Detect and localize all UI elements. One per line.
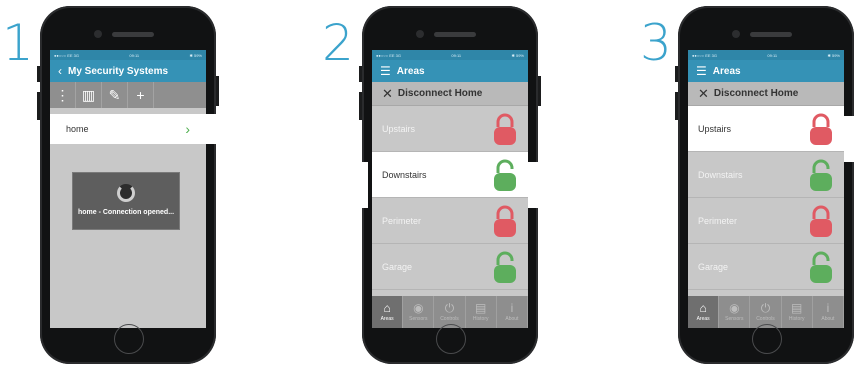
disconnect-button[interactable]: ✕ Disconnect Home — [688, 82, 844, 106]
status-bar: ●●○○○ EE 3G 09:11 ✱ 59% — [372, 50, 528, 60]
screen-areas: ●●○○○ EE 3G 09:11 ✱ 59% ☰ Areas ✕ Discon… — [372, 50, 528, 328]
padlock-locked-icon[interactable] — [492, 204, 518, 238]
info-icon: i — [510, 301, 514, 315]
padlock-unlocked-icon[interactable] — [492, 158, 518, 192]
phone-3: ●●○○○ EE 3G 09:11 ✱ 59% ☰ Areas ✕ Discon… — [675, 6, 854, 364]
area-row-downstairs[interactable]: Downstairs — [372, 152, 528, 198]
disconnect-label: Disconnect Home — [713, 88, 799, 99]
disconnect-button[interactable]: ✕ Disconnect Home — [372, 82, 528, 106]
tab-history[interactable]: ▤ History — [466, 296, 497, 328]
area-label: Garage — [382, 261, 413, 272]
home-button[interactable] — [114, 324, 144, 354]
title-bar: ☰ Areas — [688, 60, 844, 82]
menu-icon[interactable]: ☰ — [696, 64, 707, 78]
sensor-icon: ◉ — [729, 301, 740, 315]
spinner-icon — [117, 184, 135, 203]
padlock-locked-icon[interactable] — [808, 204, 834, 238]
area-label: Downstairs — [382, 169, 427, 180]
tab-areas[interactable]: ⌂ Areas — [372, 296, 404, 328]
disconnect-label: Disconnect Home — [397, 88, 483, 99]
step-number-3: 3 — [640, 14, 672, 72]
padlock-unlocked-icon[interactable] — [808, 158, 834, 192]
page-title: Areas — [712, 65, 741, 77]
screen-areas: ●●○○○ EE 3G 09:11 ✱ 59% ☰ Areas ✕ Discon… — [688, 50, 844, 328]
step-number-2: 2 — [322, 14, 354, 72]
speaker-grille — [112, 32, 154, 37]
speaker-grille — [434, 32, 476, 37]
menu-icon[interactable]: ☰ — [380, 64, 391, 78]
area-label: Upstairs — [698, 123, 732, 134]
title-bar: ☰ Areas — [372, 60, 528, 82]
area-label: Upstairs — [382, 123, 416, 134]
padlock-locked-icon[interactable] — [492, 112, 518, 146]
trash-icon[interactable]: ▥ — [76, 82, 102, 108]
close-icon: ✕ — [382, 85, 393, 101]
tab-about[interactable]: i About — [497, 296, 528, 328]
home-icon: ⌂ — [383, 301, 391, 315]
power-icon: ⏻ — [760, 301, 771, 315]
area-row-upstairs[interactable]: Upstairs — [688, 106, 844, 152]
phone-1: ●●○○○ EE 3G 09:11 ✱ 59% ‹ My Security Sy… — [37, 6, 226, 364]
area-row-perimeter[interactable]: Perimeter — [372, 198, 528, 244]
info-icon: i — [826, 301, 830, 315]
home-button[interactable] — [752, 324, 782, 354]
edit-icon[interactable]: ✎ — [102, 82, 128, 108]
area-row-perimeter[interactable]: Perimeter — [688, 198, 844, 244]
padlock-locked-icon[interactable] — [808, 112, 834, 146]
power-icon: ⏻ — [444, 301, 455, 315]
camera-icon — [94, 30, 102, 38]
area-row-upstairs[interactable]: Upstairs — [372, 106, 528, 152]
system-item-label: home — [66, 124, 89, 134]
step-number-1: 1 — [2, 14, 34, 72]
chevron-left-icon[interactable]: ‹ — [58, 64, 62, 78]
area-label: Perimeter — [698, 215, 738, 226]
status-bar: ●●○○○ EE 3G 09:11 ✱ 59% — [50, 50, 206, 60]
tutorial-stage: 1 2 3 ●●○○○ EE 3G 09:11 ✱ 59% ‹ My Secur… — [0, 0, 854, 366]
tab-sensors[interactable]: ◉ Sensors — [719, 296, 751, 328]
home-button[interactable] — [436, 324, 466, 354]
home-icon: ⌂ — [699, 301, 707, 315]
more-icon[interactable]: ⋮ — [50, 82, 76, 108]
area-label: Downstairs — [698, 169, 743, 180]
toolbar: ⋮ ▥ ✎ + — [50, 82, 206, 108]
speaker-grille — [750, 32, 792, 37]
phone-2: ●●○○○ EE 3G 09:11 ✱ 59% ☰ Areas ✕ Discon… — [358, 6, 541, 364]
area-row-downstairs[interactable]: Downstairs — [688, 152, 844, 198]
area-row-garage[interactable]: Garage — [372, 244, 528, 290]
tab-areas[interactable]: ⌂ Areas — [688, 296, 720, 328]
toast-message: home - Connection opened... — [77, 209, 175, 217]
page-title: My Security Systems — [68, 65, 169, 77]
area-label: Garage — [698, 261, 729, 272]
page-title: Areas — [396, 65, 425, 77]
sensor-icon: ◉ — [413, 301, 424, 315]
camera-icon — [416, 30, 424, 38]
system-item-home[interactable]: home › — [50, 114, 226, 144]
close-icon: ✕ — [698, 85, 709, 101]
history-icon: ▤ — [791, 301, 803, 315]
history-icon: ▤ — [475, 301, 487, 315]
tab-sensors[interactable]: ◉ Sensors — [403, 296, 435, 328]
tab-about[interactable]: i About — [813, 296, 844, 328]
connection-toast: home - Connection opened... — [72, 172, 180, 230]
tab-history[interactable]: ▤ History — [782, 296, 813, 328]
padlock-unlocked-icon[interactable] — [808, 250, 834, 284]
title-bar: ‹ My Security Systems — [50, 60, 206, 82]
chevron-right-icon: › — [185, 121, 190, 137]
status-bar: ●●○○○ EE 3G 09:11 ✱ 59% — [688, 50, 844, 60]
camera-icon — [732, 30, 740, 38]
area-row-garage[interactable]: Garage — [688, 244, 844, 290]
add-icon[interactable]: + — [128, 82, 154, 108]
area-label: Perimeter — [382, 215, 422, 226]
padlock-unlocked-icon[interactable] — [492, 250, 518, 284]
